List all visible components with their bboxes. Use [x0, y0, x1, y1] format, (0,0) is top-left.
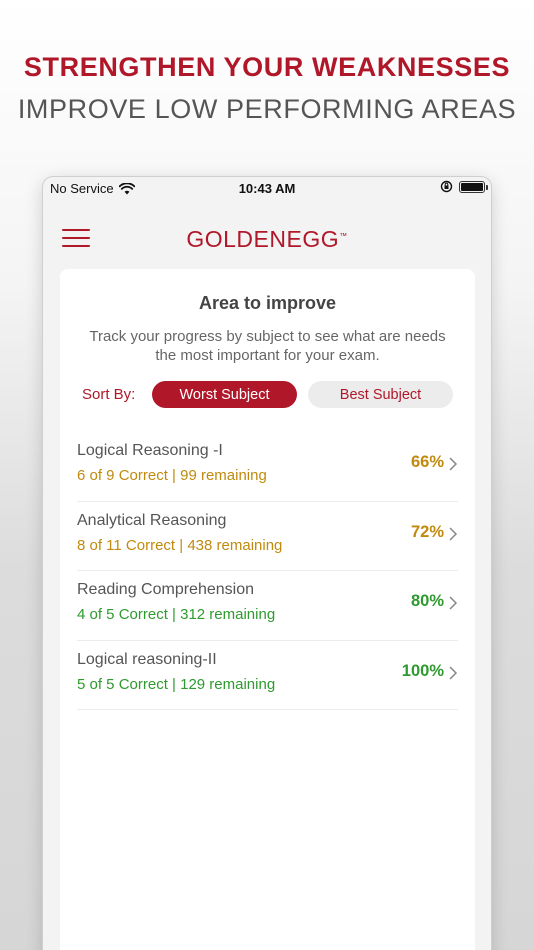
subject-detail: 8 of 11 Correct | 438 remaining: [77, 536, 283, 554]
app-logo: GOLDENEGG™: [43, 226, 491, 253]
subject-name: Logical reasoning-II: [77, 650, 217, 668]
subject-row[interactable]: Logical Reasoning -I 6 of 9 Correct | 99…: [77, 432, 458, 502]
subject-row[interactable]: Analytical Reasoning 8 of 11 Correct | 4…: [77, 502, 458, 571]
subject-detail: 4 of 5 Correct | 312 remaining: [77, 606, 276, 623]
chevron-right-icon: [449, 457, 458, 471]
area-to-improve-card: Area to improve Track your progress by s…: [60, 269, 475, 950]
subject-list: Logical Reasoning -I 6 of 9 Correct | 99…: [77, 432, 458, 710]
subject-detail: 6 of 9 Correct | 99 remaining: [77, 467, 267, 484]
subject-row[interactable]: Logical reasoning-II 5 of 5 Correct | 12…: [77, 641, 458, 710]
status-bar: No Service 10:43 AM: [43, 177, 491, 199]
sort-controls: Sort By: Worst Subject Best Subject: [60, 381, 475, 408]
card-title: Area to improve: [198, 293, 337, 313]
subject-name: Logical Reasoning -I: [77, 442, 223, 459]
chevron-right-icon: [449, 526, 458, 541]
chevron-right-icon: [449, 665, 458, 680]
app-navbar: GOLDENEGG™: [43, 199, 491, 267]
sort-label: Sort By:: [82, 386, 136, 403]
sort-worst-subject-button[interactable]: Worst Subject: [152, 381, 297, 408]
subject-percent: 100%: [401, 661, 444, 680]
status-right: [440, 180, 488, 193]
subject-detail: 5 of 5 Correct | 129 remaining: [77, 675, 276, 693]
phone-screen: No Service 10:43 AM GOLDENEGG™ Area to i…: [43, 177, 491, 950]
subject-name: Reading Comprehension: [77, 581, 254, 598]
status-time: 10:43 AM: [238, 181, 296, 196]
promo-headline: STRENGTHEN YOUR WEAKNESSES: [23, 52, 511, 82]
subject-percent: 66%: [410, 453, 444, 471]
chevron-right-icon: [449, 596, 458, 610]
battery-icon: [459, 180, 488, 193]
card-description: Track your progress by subject to see wh…: [89, 328, 446, 364]
battery-fill: [461, 182, 483, 191]
logo-text: GOLDENEGG: [186, 226, 340, 252]
sort-best-subject-button[interactable]: Best Subject: [308, 381, 453, 408]
promo-subline: IMPROVE LOW PERFORMING AREAS: [17, 94, 517, 124]
subject-row[interactable]: Reading Comprehension 4 of 5 Correct | 3…: [77, 571, 458, 641]
logo-trademark: ™: [339, 231, 348, 241]
subject-percent: 72%: [410, 522, 444, 541]
subject-name: Analytical Reasoning: [77, 511, 227, 529]
orientation-lock-icon: [440, 180, 453, 193]
subject-percent: 80%: [410, 592, 444, 610]
